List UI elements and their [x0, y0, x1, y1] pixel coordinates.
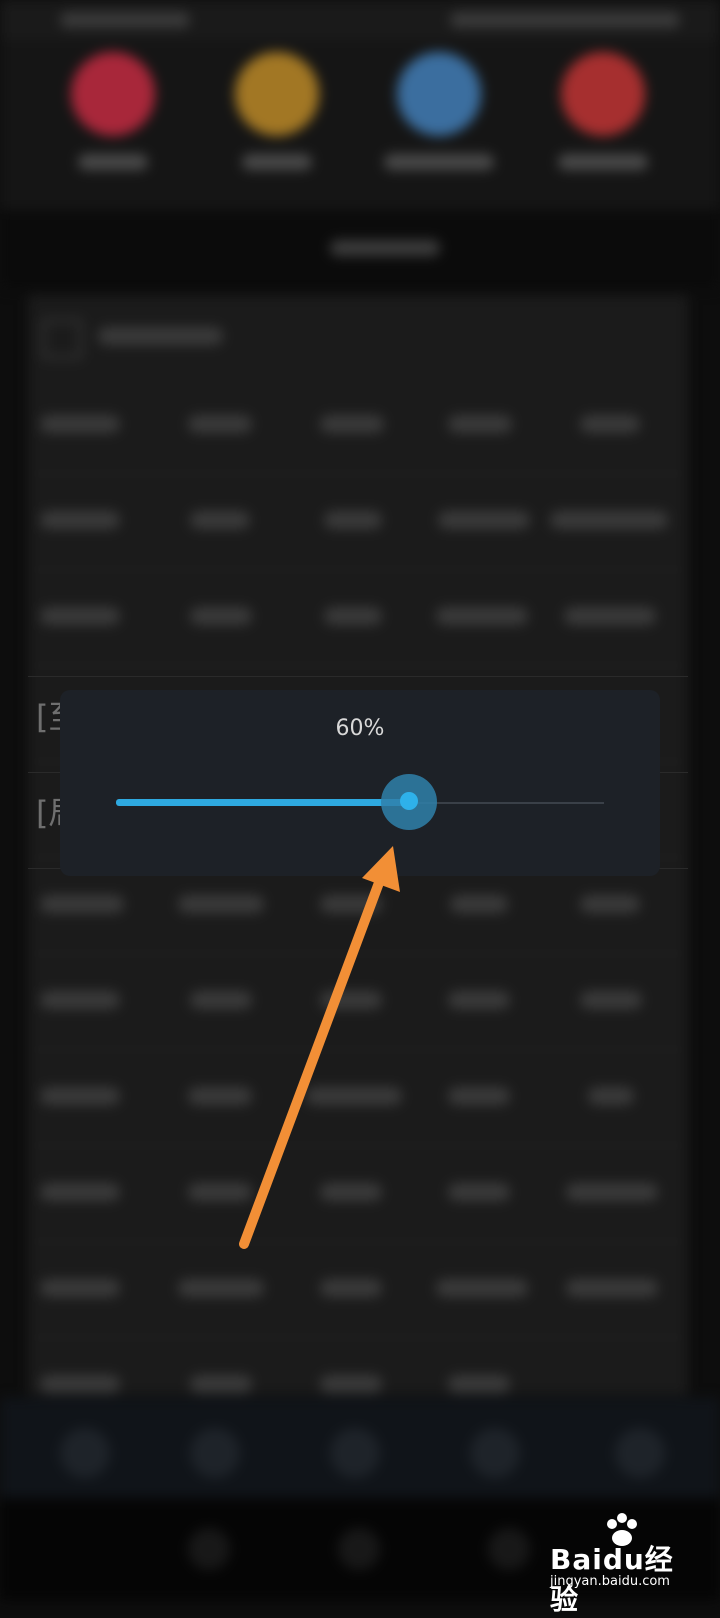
- baidu-watermark: Baidu经验 jingyan.baidu.com: [550, 1512, 690, 1616]
- annotation-arrow: [239, 846, 400, 1249]
- watermark-url: jingyan.baidu.com: [550, 1574, 670, 1589]
- annotation-arrow-shaft: [239, 875, 385, 1249]
